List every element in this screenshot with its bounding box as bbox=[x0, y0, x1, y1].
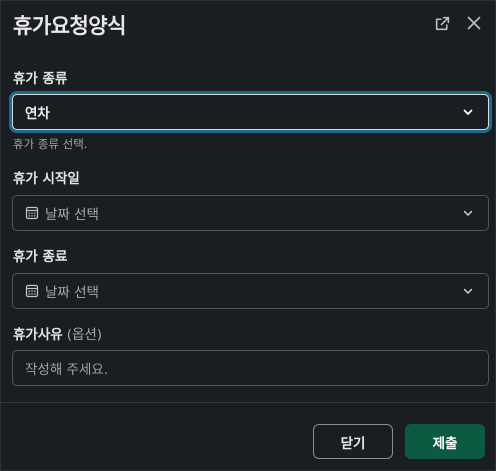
leave-type-select[interactable]: 연차 bbox=[12, 94, 489, 130]
reason-label: 휴가사유 (옵션) bbox=[13, 323, 102, 343]
leave-type-value: 연차 bbox=[25, 106, 50, 122]
optional-tag: (옵션) bbox=[66, 327, 103, 343]
chevron-down-icon bbox=[462, 207, 474, 219]
start-date-picker[interactable]: 날짜 선택 bbox=[12, 195, 489, 231]
chevron-down-icon bbox=[462, 106, 474, 118]
submit-button[interactable]: 제출 bbox=[405, 424, 485, 459]
end-date-label: 휴가 종료 bbox=[13, 249, 68, 265]
chevron-down-icon bbox=[462, 285, 474, 297]
close-button[interactable]: 닫기 bbox=[313, 424, 393, 459]
leave-type-hint: 휴가 종류 선택. bbox=[13, 137, 88, 151]
reason-input[interactable]: 작성해 주세요. bbox=[12, 350, 489, 386]
start-date-placeholder: 날짜 선택 bbox=[45, 207, 99, 223]
footer-divider bbox=[1, 402, 495, 403]
calendar-icon bbox=[25, 206, 39, 220]
reason-label-text: 휴가사유 bbox=[13, 327, 63, 343]
leave-type-label: 휴가 종류 bbox=[13, 71, 68, 87]
end-date-picker[interactable]: 날짜 선택 bbox=[12, 273, 489, 309]
external-link-icon[interactable] bbox=[432, 13, 452, 33]
end-date-placeholder: 날짜 선택 bbox=[45, 285, 99, 301]
close-icon[interactable] bbox=[464, 13, 484, 33]
start-date-label: 휴가 시작일 bbox=[13, 171, 80, 187]
modal-header: 휴가요청양식 bbox=[1, 1, 495, 47]
modal-title: 휴가요청양식 bbox=[13, 14, 126, 38]
leave-request-modal: 휴가요청양식 휴가 종류 연차 휴가 종류 선택. 휴가 시작일 날짜 선택 휴… bbox=[0, 0, 496, 471]
reason-placeholder: 작성해 주세요. bbox=[25, 362, 109, 378]
calendar-icon bbox=[25, 284, 39, 298]
